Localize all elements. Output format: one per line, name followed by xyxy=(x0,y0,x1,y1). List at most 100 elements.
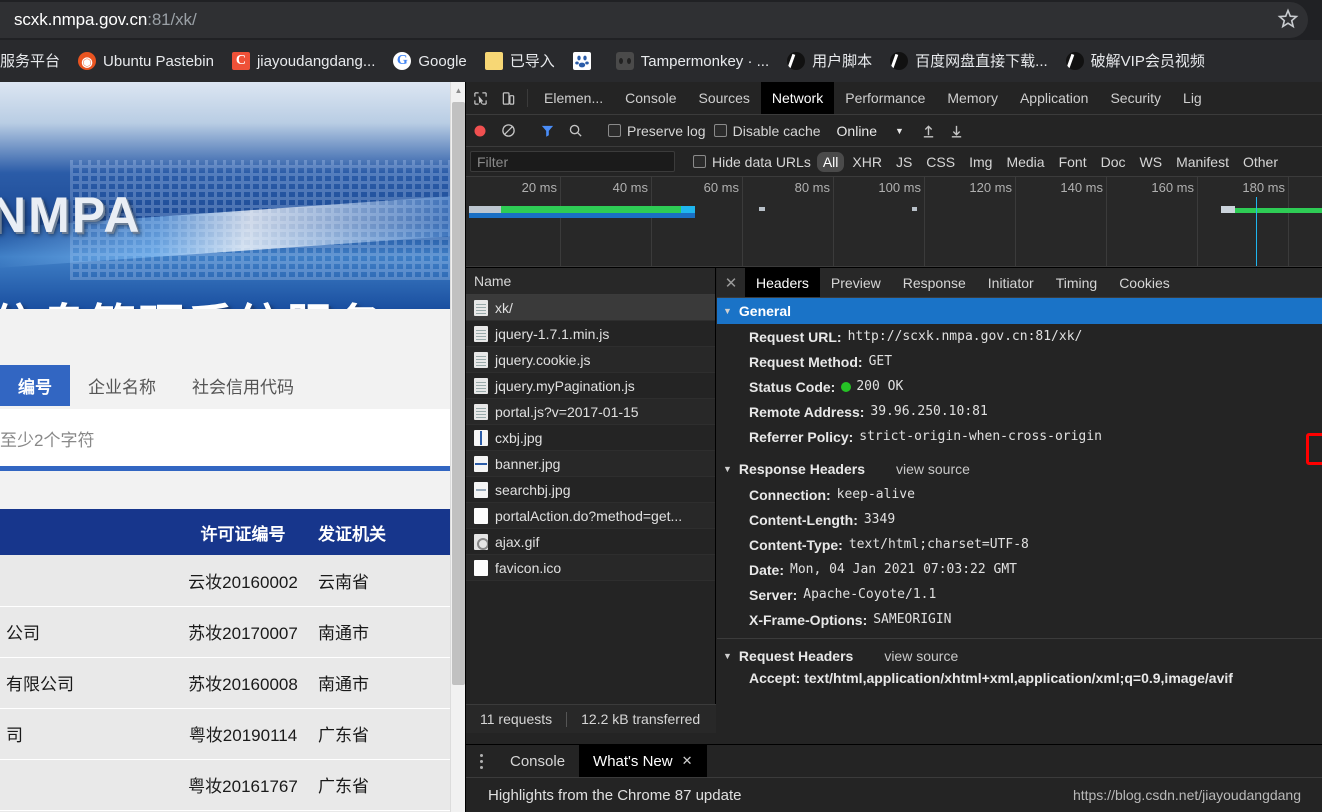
search-tab-company[interactable]: 企业名称 xyxy=(70,365,174,406)
tab-sources[interactable]: Sources xyxy=(688,82,761,114)
filter-icon[interactable] xyxy=(533,115,561,147)
close-icon[interactable]: ✕ xyxy=(682,753,693,769)
hide-data-urls-checkbox[interactable]: Hide data URLs xyxy=(693,154,811,170)
view-source-link[interactable]: view source xyxy=(896,461,970,477)
header-value[interactable]: http://scxk.nmpa.gov.cn:81/xk/ xyxy=(848,329,1083,344)
inspect-element-icon[interactable] xyxy=(466,82,494,114)
cell-issuer: 广东省 xyxy=(318,708,450,760)
tab-lighthouse[interactable]: Lig xyxy=(1172,82,1213,114)
section-request-headers[interactable]: ▼ Request Headers view source xyxy=(717,643,1322,669)
scroll-up-arrow[interactable]: ▲ xyxy=(451,82,465,99)
tab-performance[interactable]: Performance xyxy=(834,82,936,114)
tab-label: Security xyxy=(1110,90,1162,106)
disable-cache-checkbox[interactable]: Disable cache xyxy=(713,123,821,139)
request-row-xk[interactable]: xk/ xyxy=(466,295,715,321)
request-row-searchbj[interactable]: searchbj.jpg xyxy=(466,477,715,503)
tab-elements[interactable]: Elemen... xyxy=(533,82,614,114)
bookmark-item[interactable] xyxy=(564,40,607,82)
drawer-tab-console[interactable]: Console xyxy=(496,745,579,777)
search-icon[interactable] xyxy=(561,115,589,147)
type-filter-media[interactable]: Media xyxy=(1000,152,1050,172)
favicon-icon xyxy=(474,559,488,576)
tab-memory[interactable]: Memory xyxy=(936,82,1009,114)
detail-tab-initiator[interactable]: Initiator xyxy=(977,268,1045,297)
th-license[interactable]: 许可证编号 xyxy=(168,509,318,555)
search-input[interactable]: 至少2个字符 xyxy=(0,409,450,467)
close-icon[interactable]: ✕ xyxy=(717,268,745,297)
request-row-cxbj[interactable]: cxbj.jpg xyxy=(466,425,715,451)
type-filter-css[interactable]: CSS xyxy=(920,152,961,172)
detail-tab-headers[interactable]: Headers xyxy=(745,268,820,297)
request-row-jquery-pagination[interactable]: jquery.myPagination.js xyxy=(466,373,715,399)
th-issuer[interactable]: 发证机关 xyxy=(318,509,450,555)
type-filter-manifest[interactable]: Manifest xyxy=(1170,152,1235,172)
search-tab-bianhao[interactable]: 编号 xyxy=(0,365,70,406)
drawer-tab-whats-new[interactable]: What's New ✕ xyxy=(579,745,707,777)
detail-tabbar: ✕ Headers Preview Response Initiator Tim… xyxy=(717,268,1322,298)
table-row[interactable]: 云妆20160002 云南省 xyxy=(0,555,450,607)
bookmark-item[interactable]: G Google xyxy=(384,40,475,82)
header-row-date: Date: Mon, 04 Jan 2021 07:03:22 GMT xyxy=(717,557,1322,582)
network-overview-timeline[interactable]: 20 ms 40 ms 60 ms 80 ms 100 ms 120 ms 14… xyxy=(466,177,1322,267)
address-bar[interactable]: scxk.nmpa.gov.cn:81/xk/ xyxy=(0,2,1308,38)
record-icon[interactable] xyxy=(466,115,494,147)
bookmark-item[interactable]: 已导入 xyxy=(476,40,564,82)
filter-input[interactable]: Filter xyxy=(470,151,675,172)
request-name: portal.js?v=2017-01-15 xyxy=(495,403,639,420)
tab-application[interactable]: Application xyxy=(1009,82,1100,114)
bookmark-item[interactable]: ◉ Ubuntu Pastebin xyxy=(69,40,223,82)
header-key: Remote Address: xyxy=(749,403,865,420)
more-options-icon[interactable] xyxy=(466,745,496,777)
tick-label: 180 ms xyxy=(1242,180,1285,195)
search-tab-credit-code[interactable]: 社会信用代码 xyxy=(174,365,312,406)
type-filter-doc[interactable]: Doc xyxy=(1095,152,1132,172)
type-filter-js[interactable]: JS xyxy=(890,152,918,172)
export-har-icon[interactable] xyxy=(943,115,971,147)
bookmark-item[interactable]: Tampermonkey · ... xyxy=(607,40,778,82)
tab-network[interactable]: Network xyxy=(760,82,835,114)
view-source-link[interactable]: view source xyxy=(884,648,958,664)
star-icon[interactable] xyxy=(1276,7,1300,31)
bookmark-item[interactable]: 百度网盘直接下载... xyxy=(881,40,1057,82)
clear-icon[interactable] xyxy=(494,115,522,147)
page-scrollbar[interactable]: ▲ xyxy=(450,82,465,812)
header-key: X-Frame-Options: xyxy=(749,611,868,628)
bookmark-item[interactable]: C jiayoudangdang... xyxy=(223,40,384,82)
device-toolbar-icon[interactable] xyxy=(494,82,522,114)
preserve-log-checkbox[interactable]: Preserve log xyxy=(608,123,706,139)
throttling-select[interactable]: Online ▼ xyxy=(837,123,904,139)
request-row-jquery-min[interactable]: jquery-1.7.1.min.js xyxy=(466,321,715,347)
request-row-portal-js[interactable]: portal.js?v=2017-01-15 xyxy=(466,399,715,425)
detail-tab-response[interactable]: Response xyxy=(892,268,977,297)
tab-security[interactable]: Security xyxy=(1099,82,1172,114)
request-row-portal-action[interactable]: portalAction.do?method=get... xyxy=(466,503,715,529)
bookmark-item[interactable]: 服务平台 xyxy=(0,40,69,82)
scrollbar-thumb[interactable] xyxy=(452,102,465,685)
summary-requests: 11 requests xyxy=(480,711,553,727)
bookmark-item[interactable]: 破解VIP会员视频 xyxy=(1057,40,1214,82)
detail-tab-preview[interactable]: Preview xyxy=(820,268,892,297)
section-response-headers[interactable]: ▼ Response Headers view source xyxy=(717,456,1322,482)
table-row[interactable]: 公司 苏妆20170007 南通市 xyxy=(0,606,450,658)
detail-tab-cookies[interactable]: Cookies xyxy=(1108,268,1181,297)
request-row-banner[interactable]: banner.jpg xyxy=(466,451,715,477)
type-filter-font[interactable]: Font xyxy=(1053,152,1093,172)
table-row[interactable]: 司 粤妆20190114 广东省 xyxy=(0,708,450,760)
request-row-ajax-gif[interactable]: ajax.gif xyxy=(466,529,715,555)
type-filter-xhr[interactable]: XHR xyxy=(846,152,888,172)
request-list-header[interactable]: Name xyxy=(466,268,715,295)
type-filter-img[interactable]: Img xyxy=(963,152,998,172)
type-filter-all[interactable]: All xyxy=(816,151,845,172)
type-filter-ws[interactable]: WS xyxy=(1134,152,1169,172)
request-row-jquery-cookie[interactable]: jquery.cookie.js xyxy=(466,347,715,373)
detail-tab-timing[interactable]: Timing xyxy=(1045,268,1109,297)
import-har-icon[interactable] xyxy=(915,115,943,147)
th-company[interactable] xyxy=(0,509,168,555)
bookmark-item[interactable]: 用户脚本 xyxy=(778,40,881,82)
type-filter-other[interactable]: Other xyxy=(1237,152,1284,172)
table-row[interactable]: 粤妆20161767 广东省 xyxy=(0,759,450,811)
tab-console[interactable]: Console xyxy=(614,82,687,114)
table-row[interactable]: 有限公司 苏妆20160008 南通市 xyxy=(0,657,450,709)
section-general[interactable]: ▼ General xyxy=(717,298,1322,324)
request-row-favicon[interactable]: favicon.ico xyxy=(466,555,715,581)
